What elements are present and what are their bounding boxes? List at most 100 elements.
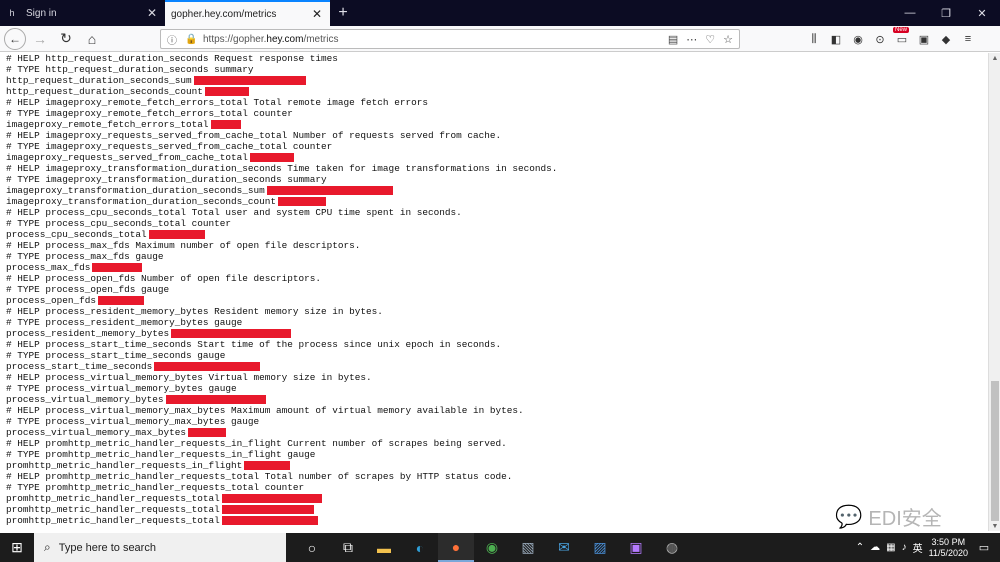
- reader-view-icon[interactable]: ▤: [668, 33, 678, 46]
- premiere-icon[interactable]: ▣: [618, 533, 654, 562]
- ime-icon[interactable]: 英: [913, 540, 923, 555]
- metrics-line: # TYPE http_request_duration_seconds sum…: [6, 64, 988, 75]
- scroll-up-icon[interactable]: ▲: [989, 53, 1000, 63]
- close-window-button[interactable]: ✕: [964, 0, 1000, 26]
- photos-icon[interactable]: ▨: [582, 533, 618, 562]
- metrics-line: # TYPE process_resident_memory_bytes gau…: [6, 317, 988, 328]
- address-bar[interactable]: ⓘ 🔒 https://gopher.hey.com/metrics ▤ ⋯ ♡…: [160, 29, 740, 49]
- metrics-line-text: process_virtual_memory_bytes: [6, 394, 164, 405]
- metrics-line: # TYPE process_virtual_memory_bytes gaug…: [6, 383, 988, 394]
- metrics-line: # TYPE promhttp_metric_handler_requests_…: [6, 449, 988, 460]
- bookmark-star-icon[interactable]: ☆: [723, 33, 733, 46]
- edge-icon[interactable]: ◐: [402, 533, 438, 562]
- url-text: https://gopher.hey.com/metrics: [203, 33, 339, 45]
- system-tray: ⌃ ☁ ▦ ♪ 英 3:50 PM 11/5/2020 ▭: [856, 537, 1000, 559]
- metrics-line-text: imageproxy_transformation_duration_secon…: [6, 196, 277, 207]
- cloud-icon[interactable]: ☁: [870, 542, 880, 553]
- task-view-icon[interactable]: ⧉: [330, 533, 366, 562]
- library-icon[interactable]: ⫼: [805, 29, 823, 49]
- metrics-line-text: # TYPE process_resident_memory_bytes gau…: [6, 317, 243, 328]
- extension-purple-icon[interactable]: ◆: [937, 29, 955, 49]
- start-button[interactable]: ⊞: [0, 533, 34, 562]
- windows-taskbar: ⊞ ⌕ Type here to search ○ ⧉ ▬ ◐ ● ◉ ▧ ✉ …: [0, 533, 1000, 562]
- menu-icon[interactable]: ≡: [959, 29, 977, 49]
- watermark-text: EDI安全: [868, 508, 942, 530]
- metrics-line: # TYPE process_virtual_memory_max_bytes …: [6, 416, 988, 427]
- chevron-up-icon[interactable]: ⌃: [856, 542, 864, 553]
- cortana-icon[interactable]: ○: [294, 533, 330, 562]
- sidebar-icon[interactable]: ◧: [827, 29, 845, 49]
- metrics-line-text: # HELP promhttp_metric_handler_requests_…: [6, 438, 507, 449]
- redaction-bar: [148, 230, 205, 240]
- pocket-icon[interactable]: ♡: [705, 33, 715, 46]
- metrics-line: # HELP process_open_fds Number of open f…: [6, 273, 988, 284]
- home-button[interactable]: ⌂: [80, 27, 104, 51]
- taskbar-apps: ○ ⧉ ▬ ◐ ● ◉ ▧ ✉ ▨ ▣ ◍: [294, 533, 690, 562]
- window-controls: — ❐ ✕: [892, 0, 1000, 26]
- tab-strip: h Sign in ✕ gopher.hey.com/metrics ✕ + —…: [0, 0, 1000, 26]
- metrics-line: process_open_fds: [6, 295, 988, 306]
- new-badge-extension-icon[interactable]: New ▭: [893, 27, 911, 49]
- metrics-line: process_start_time_seconds: [6, 361, 988, 372]
- close-tab-icon[interactable]: ✕: [145, 6, 159, 20]
- info-icon[interactable]: ⓘ: [167, 32, 181, 47]
- new-tab-button[interactable]: +: [330, 0, 356, 26]
- metrics-line: # HELP http_request_duration_seconds Req…: [6, 53, 988, 64]
- metrics-line-text: # TYPE process_cpu_seconds_total counter: [6, 218, 232, 229]
- metrics-line: # TYPE promhttp_metric_handler_requests_…: [6, 482, 988, 493]
- mail-icon[interactable]: ✉: [546, 533, 582, 562]
- scroll-down-icon[interactable]: ▼: [989, 521, 1000, 531]
- app-icon[interactable]: ▧: [510, 533, 546, 562]
- metrics-line-text: # HELP promhttp_metric_handler_requests_…: [6, 471, 513, 482]
- page-content: # HELP http_request_duration_seconds Req…: [0, 53, 988, 531]
- metrics-line-text: process_start_time_seconds: [6, 361, 153, 372]
- taskbar-search[interactable]: ⌕ Type here to search: [34, 533, 286, 562]
- volume-icon[interactable]: ♪: [902, 542, 907, 553]
- metrics-line-text: # HELP http_request_duration_seconds Req…: [6, 53, 338, 64]
- metrics-line: http_request_duration_seconds_count: [6, 86, 988, 97]
- metrics-line: # TYPE process_start_time_seconds gauge: [6, 350, 988, 361]
- forward-button[interactable]: →: [28, 27, 52, 51]
- tab-metrics[interactable]: gopher.hey.com/metrics ✕: [165, 0, 330, 26]
- minimize-button[interactable]: —: [892, 0, 928, 26]
- page-actions-icon[interactable]: ⋯: [686, 33, 697, 46]
- time-text: 3:50 PM: [931, 536, 966, 547]
- metrics-line-text: # TYPE http_request_duration_seconds sum…: [6, 64, 254, 75]
- app2-icon[interactable]: ◍: [654, 533, 690, 562]
- extension-q-icon[interactable]: ▣: [915, 29, 933, 49]
- file-explorer-icon[interactable]: ▬: [366, 533, 402, 562]
- account-icon[interactable]: ◉: [849, 29, 867, 49]
- metrics-line-text: promhttp_metric_handler_requests_total: [6, 504, 220, 515]
- network-icon[interactable]: ▦: [886, 542, 895, 553]
- nav-bar: ← → ↻ ⌂ ⓘ 🔒 https://gopher.hey.com/metri…: [0, 26, 1000, 52]
- scrollbar-thumb[interactable]: [991, 381, 999, 521]
- metrics-line: # TYPE process_open_fds gauge: [6, 284, 988, 295]
- extension-icon[interactable]: ⊙: [871, 29, 889, 49]
- metrics-line: # TYPE imageproxy_remote_fetch_errors_to…: [6, 108, 988, 119]
- metrics-line-text: # TYPE process_open_fds gauge: [6, 284, 170, 295]
- notification-icon[interactable]: ▭: [974, 538, 994, 558]
- tab-sign-in[interactable]: h Sign in ✕: [0, 0, 165, 26]
- back-button[interactable]: ←: [4, 27, 26, 50]
- metrics-line: # HELP imageproxy_requests_served_from_c…: [6, 130, 988, 141]
- redaction-bar: [244, 461, 291, 471]
- redaction-bar: [204, 87, 249, 97]
- reload-button[interactable]: ↻: [54, 27, 78, 51]
- metrics-line-text: process_cpu_seconds_total: [6, 229, 147, 240]
- metrics-line-text: promhttp_metric_handler_requests_in_flig…: [6, 460, 243, 471]
- firefox-icon[interactable]: ●: [438, 533, 474, 562]
- metrics-line: imageproxy_transformation_duration_secon…: [6, 185, 988, 196]
- search-icon: ⌕: [44, 540, 51, 554]
- close-tab-icon[interactable]: ✕: [310, 7, 324, 21]
- vertical-scrollbar[interactable]: ▲ ▼: [988, 53, 1000, 531]
- watermark: 💬 EDI安全: [835, 502, 942, 531]
- metrics-line: imageproxy_transformation_duration_secon…: [6, 196, 988, 207]
- metrics-line-text: # TYPE process_virtual_memory_bytes gaug…: [6, 383, 237, 394]
- lock-icon[interactable]: 🔒: [185, 34, 199, 45]
- redaction-bar: [154, 362, 261, 372]
- restore-button[interactable]: ❐: [928, 0, 964, 26]
- metrics-line: promhttp_metric_handler_requests_in_flig…: [6, 460, 988, 471]
- clock[interactable]: 3:50 PM 11/5/2020: [929, 537, 968, 559]
- chrome-icon[interactable]: ◉: [474, 533, 510, 562]
- tab-title: gopher.hey.com/metrics: [171, 8, 277, 20]
